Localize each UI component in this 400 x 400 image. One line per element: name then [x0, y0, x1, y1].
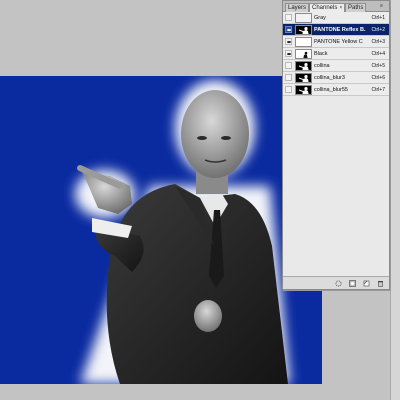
- tab-paths[interactable]: Paths: [345, 3, 367, 12]
- channel-shortcut: Ctrl+3: [371, 39, 385, 45]
- channel-list: Gray Ctrl+1 PANTONE Reflex B... Ctrl+2 PANTO…: [283, 12, 389, 96]
- visibility-toggle[interactable]: [285, 50, 292, 57]
- tab-label: Paths: [348, 5, 364, 11]
- channel-row[interactable]: PANTONE Yellow C Ctrl+3: [283, 36, 389, 48]
- load-selection-icon[interactable]: [335, 280, 342, 287]
- save-selection-icon[interactable]: [349, 280, 356, 287]
- tab-label: Channels: [312, 5, 338, 11]
- channel-shortcut: Ctrl+6: [371, 75, 385, 81]
- new-channel-icon[interactable]: [363, 280, 370, 287]
- panel-menu-icon[interactable]: ≡: [380, 4, 386, 9]
- channel-thumbnail: [295, 49, 312, 59]
- channel-name: PANTONE Reflex B...: [314, 27, 366, 33]
- channel-row[interactable]: collina_blur3 Ctrl+6: [283, 72, 389, 84]
- visibility-toggle[interactable]: [285, 62, 292, 69]
- eye-icon: [287, 53, 291, 55]
- channel-row[interactable]: PANTONE Reflex B... Ctrl+2: [283, 24, 389, 36]
- close-icon[interactable]: ×: [339, 5, 342, 11]
- channel-row[interactable]: collina Ctrl+5: [283, 60, 389, 72]
- panel-footer: [283, 276, 389, 289]
- eye-icon: [287, 29, 291, 31]
- channel-row[interactable]: Black Ctrl+4: [283, 48, 389, 60]
- channel-thumbnail: [295, 13, 312, 23]
- channel-name: collina: [314, 63, 330, 69]
- delete-channel-icon[interactable]: [377, 280, 384, 287]
- channel-shortcut: Ctrl+2: [371, 27, 385, 33]
- channel-name: collina_blur3: [314, 75, 345, 81]
- channel-shortcut: Ctrl+5: [371, 63, 385, 69]
- channel-shortcut: Ctrl+4: [371, 51, 385, 57]
- channels-panel: Layers Channels × Paths ≡ Gray Ctrl+1 PANTO…: [282, 0, 390, 290]
- channel-name: collina_blur55: [314, 87, 348, 93]
- channel-name: PANTONE Yellow C: [314, 39, 363, 45]
- channel-thumbnail: [295, 73, 312, 83]
- channel-thumbnail: [295, 37, 312, 47]
- channel-thumbnail: [295, 25, 312, 35]
- visibility-toggle[interactable]: [285, 74, 292, 81]
- channel-name: Gray: [314, 15, 326, 21]
- panel-tab-bar: Layers Channels × Paths ≡: [283, 1, 389, 13]
- visibility-toggle[interactable]: [285, 86, 292, 93]
- tab-label: Layers: [288, 5, 307, 11]
- visibility-toggle[interactable]: [285, 14, 292, 21]
- channel-name: Black: [314, 51, 328, 57]
- channel-row[interactable]: collina_blur55 Ctrl+7: [283, 84, 389, 96]
- channel-shortcut: Ctrl+1: [371, 15, 385, 21]
- workspace-scroll-area: [390, 0, 400, 400]
- man-in-suit-pointing-photo: [75, 80, 290, 384]
- eye-icon: [287, 41, 291, 43]
- channel-thumbnail: [295, 61, 312, 71]
- channel-list-empty-area: [283, 96, 389, 276]
- channel-row[interactable]: Gray Ctrl+1: [283, 12, 389, 24]
- visibility-toggle[interactable]: [285, 38, 292, 45]
- document-canvas[interactable]: [0, 76, 322, 384]
- visibility-toggle[interactable]: [285, 26, 292, 33]
- channel-shortcut: Ctrl+7: [371, 87, 385, 93]
- channel-thumbnail: [295, 85, 312, 95]
- tab-layers[interactable]: Layers: [285, 3, 310, 12]
